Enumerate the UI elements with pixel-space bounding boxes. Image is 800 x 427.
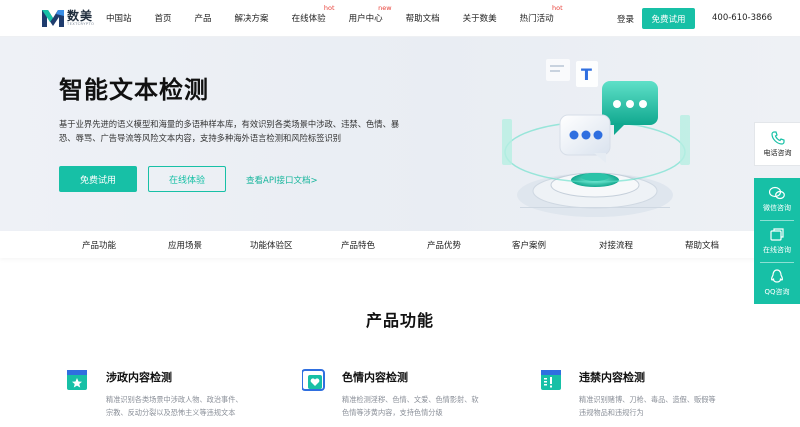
wechat-consult-button[interactable]: 微信咨询 — [754, 178, 800, 220]
qq-consult-button[interactable]: QQ咨询 — [754, 262, 800, 304]
political-icon — [67, 370, 87, 390]
prohibited-icon — [541, 370, 561, 390]
nav-item-online-demo[interactable]: 在线体验 hot — [292, 4, 335, 24]
nav-item-about[interactable]: 关于数美 — [463, 12, 497, 24]
nav-item-products[interactable]: 产品 — [195, 12, 212, 24]
consult-panel: 微信咨询 在线咨询 QQ咨询 — [754, 178, 800, 304]
tab-help-docs[interactable]: 帮助文档 — [685, 239, 719, 251]
main-nav: 中国站 首页 产品 解决方案 在线体验 hot 用户中心 new 帮助文档 关于数美… — [106, 4, 577, 24]
wechat-consult-label: 微信咨询 — [763, 203, 791, 212]
nav-item-home[interactable]: 首页 — [155, 12, 172, 24]
logo[interactable]: 数美 TEXTCRYPTO — [42, 8, 102, 27]
logo-name: 数美 — [67, 8, 94, 23]
qq-consult-label: QQ咨询 — [764, 288, 790, 296]
tab-integration-flow[interactable]: 对接流程 — [599, 239, 633, 251]
feature-description: 精准检测淫秽、色情、文爱、色情影射、软色情等涉黄内容，支持色情分级 — [342, 395, 479, 417]
hero-description: 基于业界先进的语义模型和海量的多语种样本库，有效识别各类场景中涉政、违禁、色情、… — [59, 119, 400, 143]
heart-icon — [302, 369, 325, 391]
nav-item-help-docs[interactable]: 帮助文档 — [406, 12, 440, 24]
top-navbar: 数美 TEXTCRYPTO 中国站 首页 产品 解决方案 在线体验 hot 用户中… — [0, 0, 800, 37]
tab-use-cases[interactable]: 应用场景 — [168, 239, 202, 251]
phone-icon — [770, 130, 785, 145]
online-demo-button[interactable]: 在线体验 — [148, 166, 226, 192]
tab-product-highlights[interactable]: 产品特色 — [341, 239, 375, 251]
tab-product-advantages[interactable]: 产品优势 — [427, 239, 461, 251]
wechat-icon — [769, 186, 785, 199]
svg-text:T: T — [581, 65, 592, 84]
login-link[interactable]: 登录 — [617, 13, 634, 25]
page: 数美 TEXTCRYPTO 中国站 首页 产品 解决方案 在线体验 hot 用户中… — [0, 0, 800, 427]
section-tab-bar: 产品功能 应用场景 功能体验区 产品特色 产品优势 客户案例 对接流程 帮助文档 — [0, 231, 800, 258]
hero-title: 智能文本检测 — [59, 76, 209, 104]
phone-consult-label: 电话咨询 — [763, 148, 792, 157]
phone-number: 400-610-3866 — [712, 13, 773, 23]
logo-mark-icon — [42, 9, 64, 27]
tab-demo-area[interactable]: 功能体验区 — [250, 239, 293, 251]
feature-title: 色情内容检测 — [342, 371, 408, 384]
logo-subtitle: TEXTCRYPTO — [67, 21, 95, 26]
hot-badge: hot — [323, 4, 335, 12]
hero-banner: 智能文本检测 基于业界先进的语义模型和海量的多语种样本库，有效识别各类场景中涉政… — [0, 37, 800, 231]
section-title: 产品功能 — [365, 311, 434, 330]
phone-consult-button[interactable]: 电话咨询 — [754, 122, 800, 166]
online-consult-label: 在线咨询 — [763, 245, 791, 254]
feature-description: 精准识别赌博、刀枪、毒品、造假、贩假等违规物品和违规行为 — [579, 395, 716, 417]
online-consult-button[interactable]: 在线咨询 — [754, 220, 800, 262]
feature-description: 精准识别各类场景中涉政人物、政治事件、宗教、反动分裂以及恐怖主义等违规文本 — [106, 395, 243, 417]
nav-item-solutions[interactable]: 解决方案 — [235, 12, 269, 24]
new-badge: new — [378, 4, 392, 12]
hero-illustration: T — [502, 59, 690, 217]
hot-badge: hot — [551, 4, 563, 12]
feature-title: 涉政内容检测 — [106, 371, 172, 384]
tab-customer-cases[interactable]: 客户案例 — [512, 239, 546, 251]
nav-item-china-site[interactable]: 中国站 — [106, 12, 132, 24]
nav-item-user-center[interactable]: 用户中心 new — [349, 4, 392, 24]
free-trial-button[interactable]: 免费试用 — [59, 166, 137, 192]
feature-title: 违禁内容检测 — [579, 371, 645, 384]
tab-product-features[interactable]: 产品功能 — [82, 239, 116, 251]
nav-item-events[interactable]: 热门活动 hot — [520, 4, 563, 24]
qq-icon — [770, 269, 784, 283]
api-docs-link[interactable]: 查看API接口文档> — [246, 174, 318, 186]
free-trial-button-header[interactable]: 免费试用 — [642, 8, 695, 29]
chat-window-icon — [770, 227, 784, 241]
